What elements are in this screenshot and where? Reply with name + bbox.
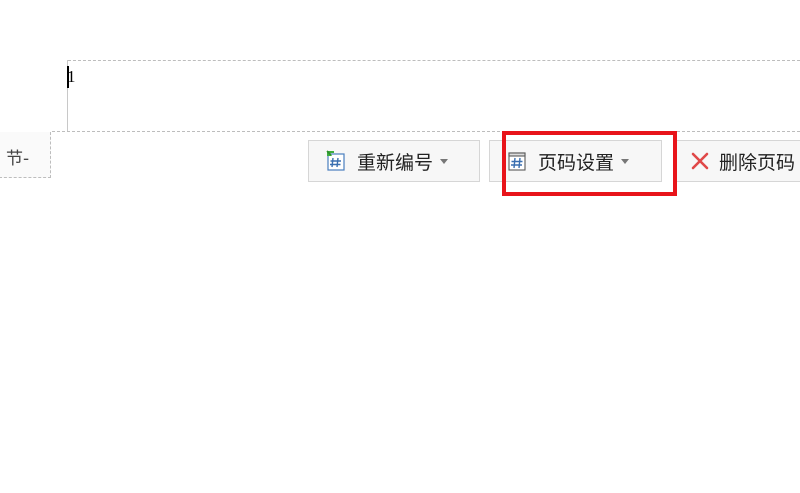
section-tag-label: 节- bbox=[6, 149, 30, 169]
chevron-down-icon bbox=[621, 158, 630, 164]
renumber-button[interactable]: 重新编号 bbox=[308, 140, 480, 182]
page-number-settings-button[interactable]: 页码设置 bbox=[489, 140, 662, 182]
renumber-page-icon bbox=[325, 150, 347, 172]
renumber-label: 重新编号 bbox=[357, 151, 434, 174]
header-boundary-line bbox=[68, 60, 800, 61]
delete-page-number-label: 删除页码 bbox=[719, 151, 796, 174]
chevron-down-icon bbox=[440, 158, 449, 164]
document-page: 1 节- 重新编号 页码设置 删除页码 bbox=[0, 0, 800, 493]
delete-x-icon bbox=[689, 150, 711, 172]
page-number-field[interactable]: 1 bbox=[67, 67, 76, 87]
delete-page-number-button[interactable]: 删除页码 bbox=[674, 140, 800, 182]
section-tag: 节- bbox=[0, 132, 51, 178]
page-number-settings-label: 页码设置 bbox=[538, 151, 615, 174]
page-number-icon bbox=[506, 150, 528, 172]
footer-boundary-line bbox=[52, 131, 800, 132]
